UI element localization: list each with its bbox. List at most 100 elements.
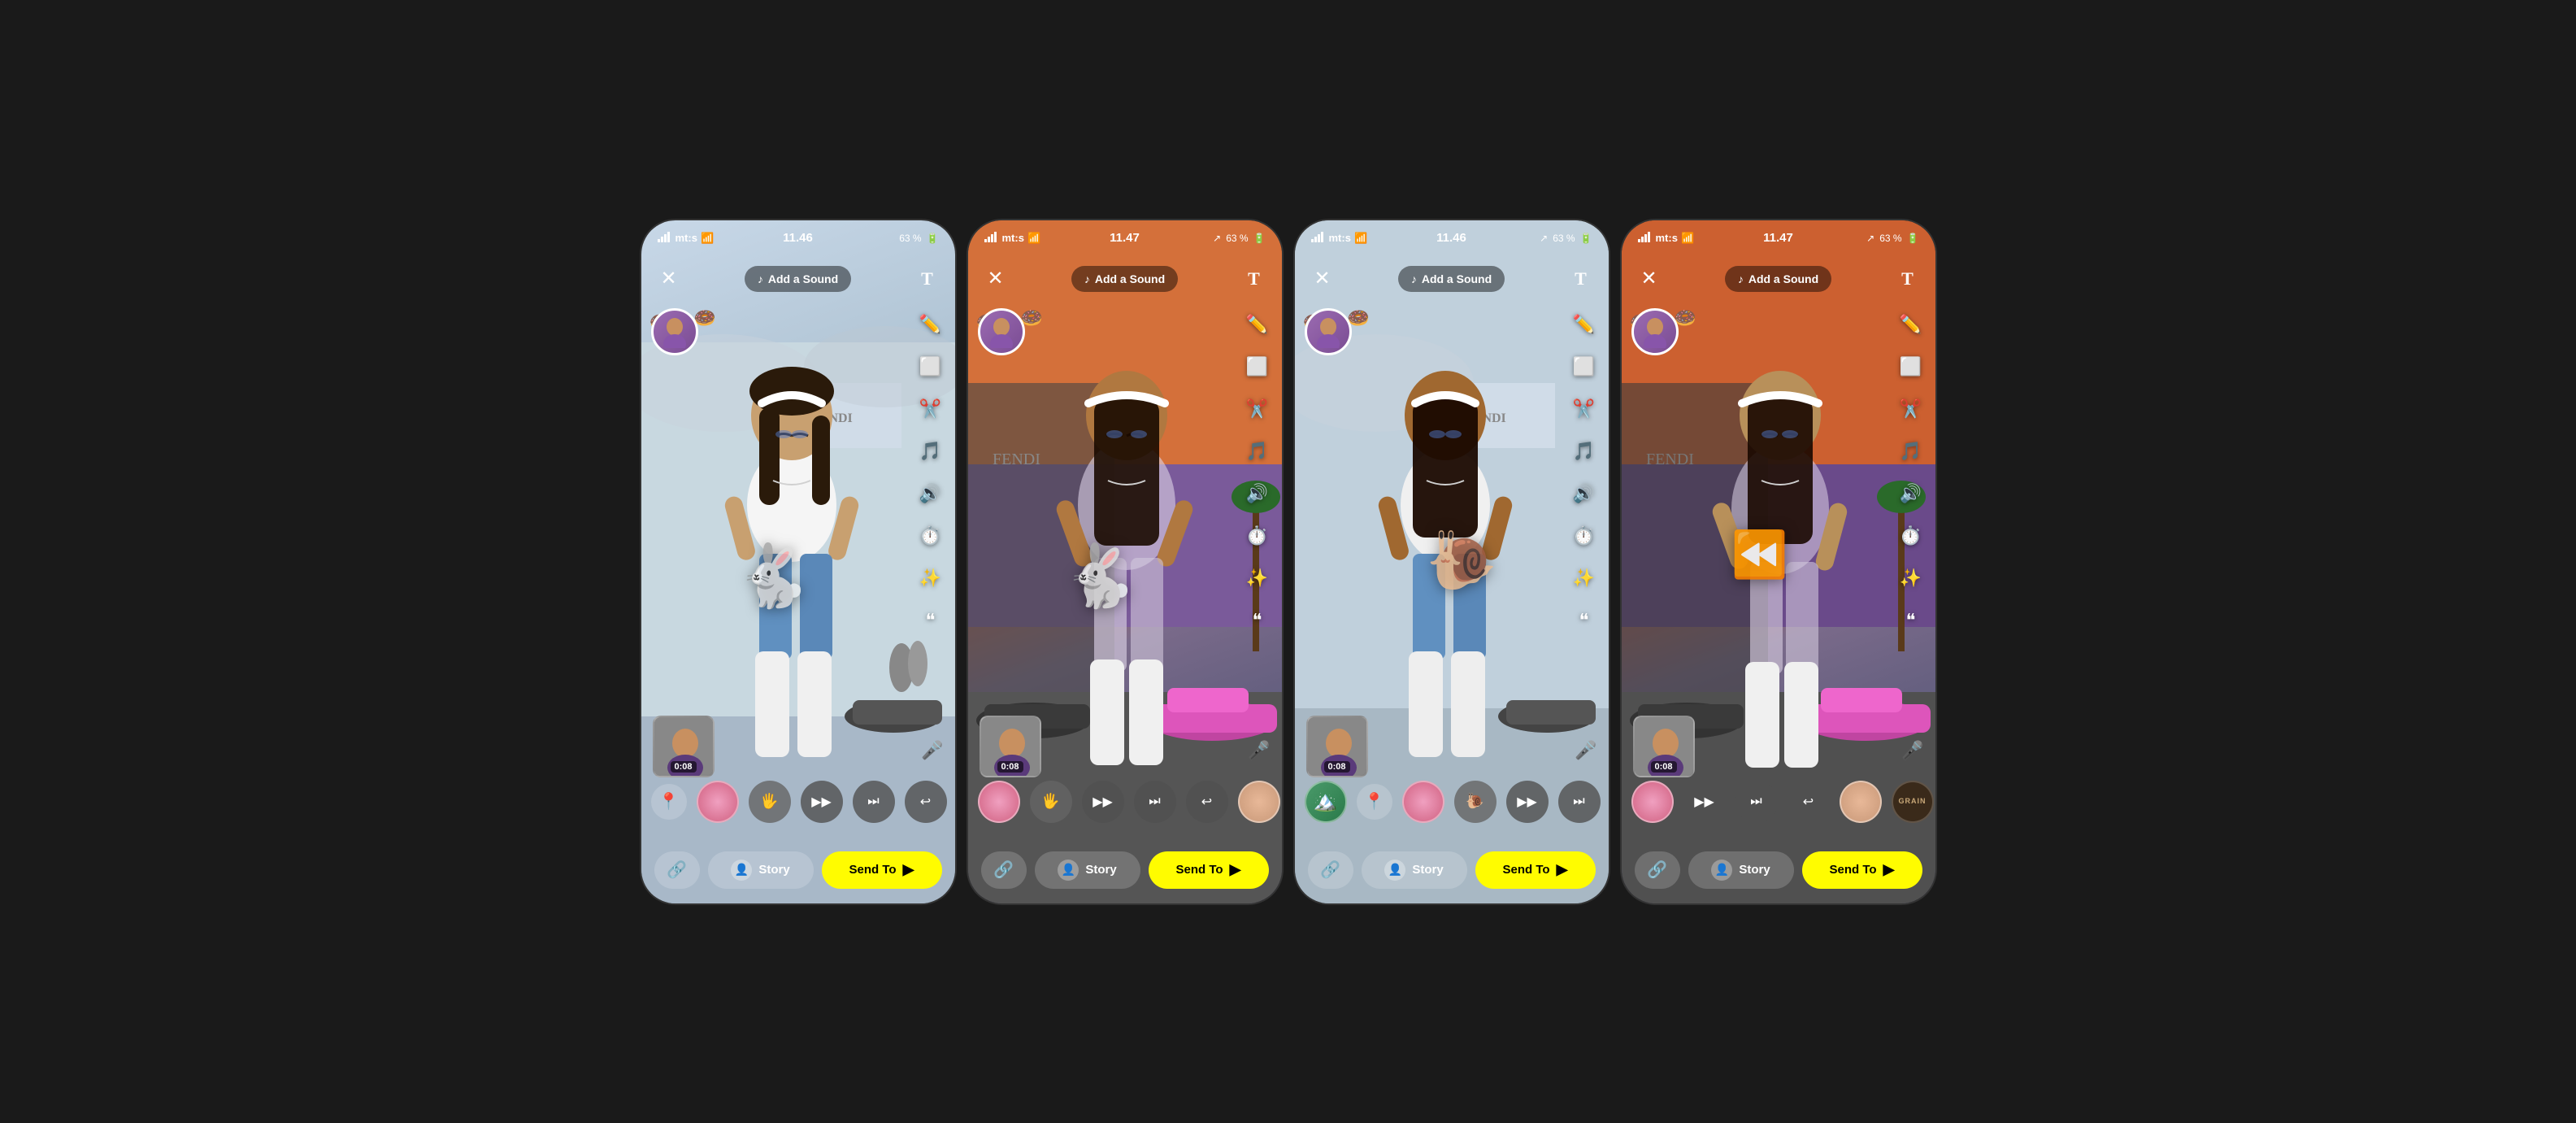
music-note-icon-1: ♪ xyxy=(758,272,763,285)
quote-icon-2[interactable]: ❝ xyxy=(1243,606,1272,635)
close-button-1[interactable]: ✕ xyxy=(654,264,684,294)
add-sound-button-2[interactable]: ♪ Add a Sound xyxy=(1071,266,1178,292)
volume-icon-1[interactable]: 🔊 xyxy=(916,479,945,508)
wifi-icon-3: 📶 xyxy=(1354,232,1367,245)
hand-filter-1[interactable]: 🖐️ xyxy=(749,781,791,823)
music-tool-icon-4[interactable]: 🎵 xyxy=(1896,437,1926,466)
play-filter-1[interactable]: ▶▶ xyxy=(801,781,843,823)
send-to-button-1[interactable]: Send To ▶ xyxy=(822,851,942,889)
hand-filter-2[interactable]: 🖐️ xyxy=(1030,781,1072,823)
timer-icon-2[interactable]: ⏱️ xyxy=(1243,521,1272,551)
status-indicators-3: ↗ 63 % 🔋 xyxy=(1540,233,1592,244)
send-to-button-4[interactable]: Send To ▶ xyxy=(1802,851,1922,889)
pencil-icon-2[interactable]: ✏️ xyxy=(1243,310,1272,339)
sparkle-icon-2[interactable]: ✨ xyxy=(1243,564,1272,593)
bottom-bar-4: 🔗 👤 Story Send To ▶ xyxy=(1622,851,1935,889)
carrier-name-4: mt:s xyxy=(1656,232,1678,244)
fast-forward-filter-1[interactable]: ⏭ xyxy=(853,781,895,823)
snail-filter-3[interactable]: 🐌 xyxy=(1454,781,1497,823)
undo-filter-2[interactable]: ↩ xyxy=(1186,781,1228,823)
microphone-icon-4[interactable]: 🎤 xyxy=(1901,740,1923,761)
video-thumbnail-4[interactable]: 0:08 xyxy=(1633,716,1695,777)
scissors-icon-4[interactable]: ✂️ xyxy=(1896,394,1926,424)
link-button-4[interactable]: 🔗 xyxy=(1635,851,1680,889)
undo-filter-1[interactable]: ↩ xyxy=(905,781,947,823)
location-filter-3[interactable]: 📍 xyxy=(1357,784,1392,820)
landscape-filter-3[interactable]: 🏔️ xyxy=(1305,781,1347,823)
pink-filter-3[interactable] xyxy=(1402,781,1444,823)
scissors-icon-2[interactable]: ✂️ xyxy=(1243,394,1272,424)
play-filter-3[interactable]: ▶▶ xyxy=(1506,781,1549,823)
sparkle-icon-3[interactable]: ✨ xyxy=(1570,564,1599,593)
square-tool-icon-3[interactable]: ⬜ xyxy=(1570,352,1599,381)
text-tool-button-1[interactable]: T xyxy=(912,264,941,294)
nude-filter-4[interactable] xyxy=(1840,781,1882,823)
add-sound-button-4[interactable]: ♪ Add a Sound xyxy=(1725,266,1831,292)
video-thumbnail-1[interactable]: 0:08 xyxy=(653,716,715,777)
pink-filter-4[interactable] xyxy=(1631,781,1674,823)
video-thumbnail-3[interactable]: 0:08 xyxy=(1306,716,1368,777)
square-tool-icon-1[interactable]: ⬜ xyxy=(916,352,945,381)
story-button-1[interactable]: 👤 Story xyxy=(708,851,814,889)
quote-icon-1[interactable]: ❝ xyxy=(916,606,945,635)
pencil-icon-3[interactable]: ✏️ xyxy=(1570,310,1599,339)
timer-icon-3[interactable]: ⏱️ xyxy=(1570,521,1599,551)
pink-filter-2[interactable] xyxy=(978,781,1020,823)
sparkle-icon-1[interactable]: ✨ xyxy=(916,564,945,593)
link-button-3[interactable]: 🔗 xyxy=(1308,851,1353,889)
video-duration-3: 0:08 xyxy=(1323,761,1349,773)
send-to-button-3[interactable]: Send To ▶ xyxy=(1475,851,1596,889)
right-tools-3: ✏️ ⬜ ✂️ 🎵 🔊 ⏱️ ✨ ❝ xyxy=(1570,310,1599,635)
text-tool-button-3[interactable]: T xyxy=(1566,264,1595,294)
play-filter-4[interactable]: ▶▶ xyxy=(1683,781,1726,823)
square-tool-icon-2[interactable]: ⬜ xyxy=(1243,352,1272,381)
undo-filter-4[interactable]: ↩ xyxy=(1788,781,1830,823)
play-filter-2[interactable]: ▶▶ xyxy=(1082,781,1124,823)
timer-icon-4[interactable]: ⏱️ xyxy=(1896,521,1926,551)
grain-filter-4[interactable]: GRAIN xyxy=(1892,781,1934,823)
add-sound-button-1[interactable]: ♪ Add a Sound xyxy=(745,266,851,292)
music-tool-icon-2[interactable]: 🎵 xyxy=(1243,437,1272,466)
story-button-4[interactable]: 👤 Story xyxy=(1688,851,1794,889)
microphone-icon-2[interactable]: 🎤 xyxy=(1248,740,1270,761)
nude-filter-2[interactable] xyxy=(1238,781,1280,823)
story-button-2[interactable]: 👤 Story xyxy=(1035,851,1140,889)
send-arrow-icon-4: ▶ xyxy=(1883,861,1895,878)
square-tool-icon-4[interactable]: ⬜ xyxy=(1896,352,1926,381)
rewind-speed-icon-4: ⏪ xyxy=(1731,528,1788,581)
music-tool-icon-1[interactable]: 🎵 xyxy=(916,437,945,466)
link-button-1[interactable]: 🔗 xyxy=(654,851,700,889)
timer-icon-1[interactable]: ⏱️ xyxy=(916,521,945,551)
pink-filter-1[interactable] xyxy=(697,781,739,823)
carrier-name-3: mt:s xyxy=(1329,232,1351,244)
pencil-icon-4[interactable]: ✏️ xyxy=(1896,310,1926,339)
location-filter-1[interactable]: 📍 xyxy=(651,784,687,820)
volume-icon-3[interactable]: 🔊 xyxy=(1570,479,1599,508)
music-tool-icon-3[interactable]: 🎵 xyxy=(1570,437,1599,466)
close-button-4[interactable]: ✕ xyxy=(1635,264,1664,294)
link-button-2[interactable]: 🔗 xyxy=(981,851,1027,889)
video-thumbnail-2[interactable]: 0:08 xyxy=(980,716,1041,777)
text-tool-button-4[interactable]: T xyxy=(1892,264,1922,294)
quote-icon-3[interactable]: ❝ xyxy=(1570,606,1599,635)
sparkle-icon-4[interactable]: ✨ xyxy=(1896,564,1926,593)
avatar-sticker xyxy=(651,308,698,355)
microphone-icon-1[interactable]: 🎤 xyxy=(921,740,943,761)
fast-forward-filter-3[interactable]: ⏭ xyxy=(1558,781,1601,823)
add-sound-button-3[interactable]: ♪ Add a Sound xyxy=(1398,266,1505,292)
scissors-icon-3[interactable]: ✂️ xyxy=(1570,394,1599,424)
fast-forward-filter-2[interactable]: ⏭ xyxy=(1134,781,1176,823)
quote-icon-4[interactable]: ❝ xyxy=(1896,606,1926,635)
location-arrow-2: ↗ xyxy=(1213,233,1221,244)
scissors-icon-1[interactable]: ✂️ xyxy=(916,394,945,424)
close-button-2[interactable]: ✕ xyxy=(981,264,1010,294)
microphone-icon-3[interactable]: 🎤 xyxy=(1575,740,1596,761)
story-button-3[interactable]: 👤 Story xyxy=(1362,851,1467,889)
pencil-icon-1[interactable]: ✏️ xyxy=(916,310,945,339)
send-to-button-2[interactable]: Send To ▶ xyxy=(1149,851,1269,889)
close-button-3[interactable]: ✕ xyxy=(1308,264,1337,294)
text-tool-button-2[interactable]: T xyxy=(1239,264,1268,294)
volume-icon-4[interactable]: 🔊 xyxy=(1896,479,1926,508)
volume-icon-2[interactable]: 🔊 xyxy=(1243,479,1272,508)
fast-forward-filter-4[interactable]: ⏭ xyxy=(1735,781,1778,823)
